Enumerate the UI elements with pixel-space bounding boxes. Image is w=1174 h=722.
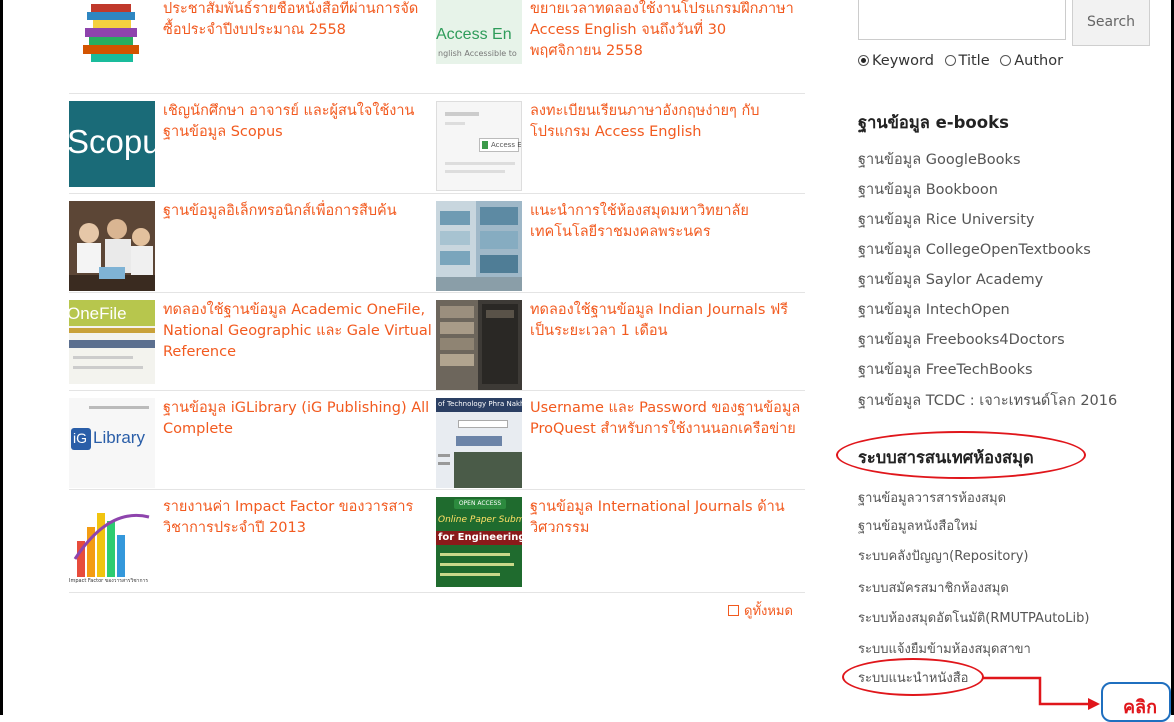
click-callout: คลิก (1101, 682, 1171, 722)
access-english-screenshot-thumbnail[interactable]: Access E (436, 101, 522, 191)
thumb-text: Access E (491, 141, 522, 149)
ebook-link[interactable]: ฐานข้อมูล Rice University (858, 208, 1034, 231)
thumb-text: for Engineering and (438, 532, 522, 543)
news-title[interactable]: แนะนำการใช้ห้องสมุดมหาวิทยาลัยเทคโนโลยีร… (530, 201, 802, 243)
news-title[interactable]: ประชาสัมพันธ์รายชื่อหนังสือที่ผ่านการจัด… (163, 0, 435, 41)
radio-icon[interactable] (944, 55, 956, 66)
search-button[interactable]: Search (1072, 0, 1150, 46)
news-title[interactable]: ฐานข้อมูลอิเล็กทรอนิกส์เพื่อการสืบค้น (163, 201, 435, 222)
thumb-text: OneFile (69, 304, 127, 323)
search-option-title[interactable]: Title (944, 53, 993, 69)
ebooks-heading: ฐานข้อมูล e-books (858, 113, 1009, 132)
thumb-text: Impact Factor ของวารสารวิชาการ (69, 578, 149, 584)
news-title[interactable]: ทดลองใช้ฐานข้อมูล Academic OneFile, Nati… (163, 300, 435, 363)
ebook-link[interactable]: ฐานข้อมูล IntechOpen (858, 298, 1010, 321)
search-input[interactable] (858, 0, 1066, 40)
news-title[interactable]: เชิญนักศึกษา อาจารย์ และผู้สนใจใช้งานฐาน… (163, 101, 435, 143)
arrow-icon (982, 676, 1100, 710)
access-english-thumbnail[interactable]: Access En nglish Accessible to (436, 0, 522, 64)
iglibrary-thumbnail[interactable]: iG Library (69, 398, 155, 488)
onefile-thumbnail[interactable]: OneFile (69, 300, 155, 384)
row-divider (69, 292, 805, 293)
ebook-link[interactable]: ฐานข้อมูล Bookboon (858, 178, 998, 201)
ebook-link[interactable]: ฐานข้อมูล TCDC : เจาะเทรนด์โลก 2016 (858, 389, 1117, 412)
row-divider (69, 390, 805, 391)
page-border-left (0, 0, 3, 715)
highlight-ellipse (836, 431, 1086, 479)
news-title[interactable]: ฐานข้อมูล iGLibrary (iG Publishing) All … (163, 398, 435, 440)
scopus-thumbnail[interactable]: Scopus (69, 101, 155, 187)
news-title[interactable]: ฐานข้อมูล International Journals ด้านวิศ… (530, 497, 802, 539)
library-system-link[interactable]: ระบบแจ้งยืมข้ามห้องสมุดสาขา (858, 638, 1031, 659)
highlight-ellipse (842, 658, 984, 696)
impact-factor-thumbnail[interactable]: Impact Factor ของวารสารวิชาการ (69, 497, 155, 587)
library-shelves-thumbnail[interactable] (436, 201, 522, 291)
library-system-link[interactable]: ฐานข้อมูลวารสารห้องสมุด (858, 487, 1006, 508)
library-system-link[interactable]: ระบบห้องสมุดอัตโนมัติ(RMUTPAutoLib) (858, 607, 1089, 628)
ebook-link[interactable]: ฐานข้อมูล Freebooks4Doctors (858, 328, 1065, 351)
thumb-text: Access En (436, 26, 512, 43)
library-system-link[interactable]: ฐานข้อมูลหนังสือใหม่ (858, 515, 978, 536)
engineering-journals-thumbnail[interactable]: OPEN ACCESS Online Paper Submission for … (436, 497, 522, 587)
radio-icon[interactable] (1000, 55, 1012, 66)
search-option-author[interactable]: Author (1000, 53, 1066, 69)
thumb-text: Library (93, 428, 145, 447)
library-system-link[interactable]: ระบบสมัครสมาชิกห้องสมุด (858, 577, 1009, 598)
row-divider (69, 93, 805, 94)
external-link-icon (728, 605, 739, 616)
news-title[interactable]: รายงานค่า Impact Factor ของวารสารวิชาการ… (163, 497, 435, 539)
proquest-thumbnail[interactable]: of Technology Phra Nakhon (436, 398, 522, 488)
thumb-prefix: iG (73, 430, 87, 446)
news-title[interactable]: Username และ Password ของฐานข้อมูล ProQu… (530, 398, 802, 440)
search-type-options: Keyword Title Author (858, 53, 1069, 69)
open-access-badge: OPEN ACCESS (454, 499, 506, 509)
search-option-keyword[interactable]: Keyword (858, 53, 937, 69)
news-title[interactable]: ขยายเวลาทดลองใช้งานโปรแกรมฝึกภาษา Access… (530, 0, 802, 62)
radio-selected-icon[interactable] (858, 55, 869, 66)
library-system-link[interactable]: ระบบคลังปัญญา(Repository) (858, 545, 1028, 566)
ebook-link[interactable]: ฐานข้อมูล GoogleBooks (858, 148, 1021, 171)
ebook-link[interactable]: ฐานข้อมูล FreeTechBooks (858, 358, 1033, 381)
ebook-link[interactable]: ฐานข้อมูล CollegeOpenTextbooks (858, 238, 1091, 261)
ebook-link[interactable]: ฐานข้อมูล Saylor Academy (858, 268, 1043, 291)
thumb-text: Scopus (69, 123, 155, 160)
books-thumbnail[interactable] (69, 0, 155, 64)
row-divider (69, 489, 805, 490)
thumb-subtext: Online Paper Submission (438, 515, 522, 525)
row-divider (69, 193, 805, 194)
view-all-label: ดูทั้งหมด (744, 604, 793, 619)
row-divider (69, 592, 805, 593)
news-title[interactable]: ลงทะเบียนเรียนภาษาอังกฤษง่ายๆ กับโปรแกรม… (530, 101, 802, 143)
thumb-text: of Technology Phra Nakhon (438, 400, 522, 408)
view-all-link[interactable]: ดูทั้งหมด (728, 600, 793, 621)
thumb-subtext: nglish Accessible to (438, 49, 517, 58)
students-thumbnail[interactable] (69, 201, 155, 291)
bookshelf-thumbnail[interactable] (436, 300, 522, 390)
news-title[interactable]: ทดลองใช้ฐานข้อมูล Indian Journals ฟรีเป็… (530, 300, 802, 342)
